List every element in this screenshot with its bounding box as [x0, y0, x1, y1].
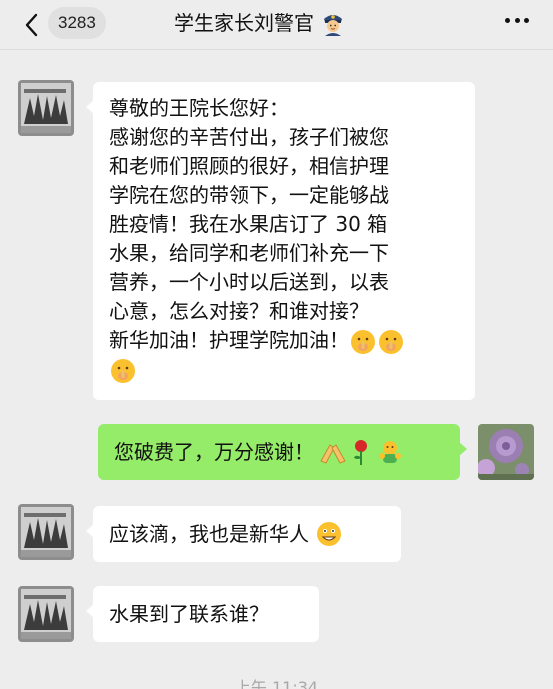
unread-count-badge[interactable]: 3283: [48, 7, 106, 39]
chat-title: 学生家长刘警官: [174, 8, 346, 38]
chevron-left-icon: [25, 13, 38, 37]
more-dot: [524, 18, 529, 23]
message-line-text: 新华加油！护理学院加油！: [109, 328, 349, 352]
hug-emoji-icon: [379, 441, 401, 463]
sender-avatar[interactable]: [18, 586, 74, 642]
message-line: 心意，怎么对接？和谁对接？: [109, 299, 369, 323]
shushing-face-emoji-icon: [111, 359, 135, 383]
message-line: 新华加油！护理学院加油！: [109, 326, 459, 356]
cheers-emoji-icon: [320, 444, 346, 464]
rose-emoji-icon: [354, 440, 367, 465]
sender-avatar[interactable]: [18, 504, 74, 560]
chat-header: 3283 学生家长刘警官: [0, 0, 553, 50]
message-line: 感谢您的辛苦付出，孩子们被您: [109, 125, 389, 149]
message-line: [109, 356, 459, 386]
police-officer-emoji-icon: [324, 15, 342, 36]
more-dot: [514, 18, 520, 23]
message-line: 水果，给同学和老师们补充一下: [109, 241, 389, 265]
message-line: 尊敬的王院长您好：: [109, 96, 289, 120]
message-bubble[interactable]: 尊敬的王院长您好： 感谢您的辛苦付出，孩子们被您 和老师们照顾的很好，相信护理 …: [86, 82, 475, 400]
message-line: 胜疫情！我在水果店订了 30 箱: [109, 212, 388, 236]
back-button[interactable]: [18, 12, 44, 38]
message-bubble[interactable]: 水果到了联系谁？: [86, 586, 319, 642]
grin-emoji-icon: [317, 522, 341, 546]
message-text: 应该滴，我也是新华人: [109, 521, 309, 546]
my-avatar[interactable]: [478, 424, 534, 480]
message-bubble[interactable]: 应该滴，我也是新华人: [86, 506, 401, 562]
shushing-face-emoji-icon: [351, 329, 375, 354]
chat-title-text: 学生家长刘警官: [174, 11, 314, 35]
message-line: 和老师们照顾的很好，相信护理: [109, 154, 389, 178]
more-dot: [505, 18, 510, 23]
message-text: 水果到了联系谁？: [109, 601, 269, 626]
shushing-face-emoji-icon: [379, 329, 403, 354]
message-line: 学院在您的带领下，一定能够战: [109, 183, 389, 207]
message-text: 您破费了，万分感谢！: [114, 439, 314, 464]
more-options-button[interactable]: [505, 18, 529, 26]
message-timestamp: 上午 11:34: [234, 678, 319, 689]
message-line: 营养，一个小时以后送到，以表: [109, 270, 389, 294]
message-bubble-own[interactable]: 您破费了，万分感谢！: [98, 424, 467, 480]
sender-avatar[interactable]: [18, 80, 74, 136]
